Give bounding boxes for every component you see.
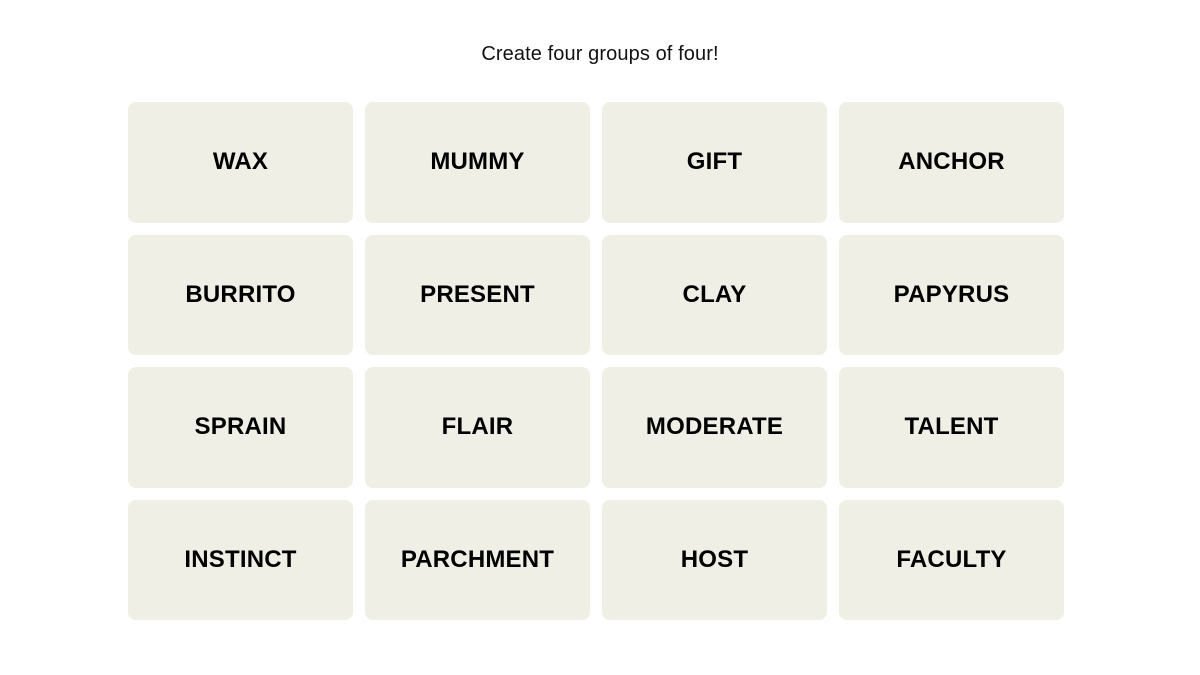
word-tile-label: PARCHMENT: [400, 545, 555, 573]
word-tile-label: WAX: [212, 148, 269, 176]
word-tile-14[interactable]: HOST: [602, 499, 827, 620]
connections-game: Create four groups of four! WAX MUMMY GI…: [0, 0, 1200, 675]
word-tile-label: MODERATE: [645, 413, 784, 441]
word-tile-label: BURRITO: [185, 280, 296, 308]
word-tile-10[interactable]: MODERATE: [602, 367, 827, 488]
word-tile-6[interactable]: CLAY: [602, 234, 827, 355]
word-tile-0[interactable]: WAX: [128, 102, 353, 223]
word-tile-7[interactable]: PAPYRUS: [839, 234, 1064, 355]
word-tile-label: CLAY: [682, 280, 747, 308]
word-tile-label: PRESENT: [420, 280, 535, 308]
word-tile-label: TALENT: [904, 413, 999, 441]
word-tile-1[interactable]: MUMMY: [365, 102, 590, 223]
word-tile-8[interactable]: SPRAIN: [128, 367, 353, 488]
word-tile-4[interactable]: BURRITO: [128, 234, 353, 355]
word-tile-label: SPRAIN: [194, 413, 287, 441]
word-tile-label: GIFT: [686, 148, 743, 176]
word-tile-label: INSTINCT: [184, 545, 297, 573]
word-tile-13[interactable]: PARCHMENT: [365, 499, 590, 620]
word-tile-15[interactable]: FACULTY: [839, 499, 1064, 620]
word-grid: WAX MUMMY GIFT ANCHOR BURRITO PRESENT CL…: [128, 102, 1064, 620]
word-tile-2[interactable]: GIFT: [602, 102, 827, 223]
word-tile-label: ANCHOR: [898, 148, 1005, 176]
word-tile-9[interactable]: FLAIR: [365, 367, 590, 488]
word-tile-5[interactable]: PRESENT: [365, 234, 590, 355]
word-tile-12[interactable]: INSTINCT: [128, 499, 353, 620]
word-tile-label: FACULTY: [896, 545, 1007, 573]
instructions-text: Create four groups of four!: [481, 43, 719, 65]
word-tile-label: PAPYRUS: [893, 280, 1010, 308]
word-tile-label: FLAIR: [441, 413, 514, 441]
word-tile-label: HOST: [680, 545, 749, 573]
word-tile-3[interactable]: ANCHOR: [839, 102, 1064, 223]
word-tile-11[interactable]: TALENT: [839, 367, 1064, 488]
word-tile-label: MUMMY: [430, 148, 525, 176]
